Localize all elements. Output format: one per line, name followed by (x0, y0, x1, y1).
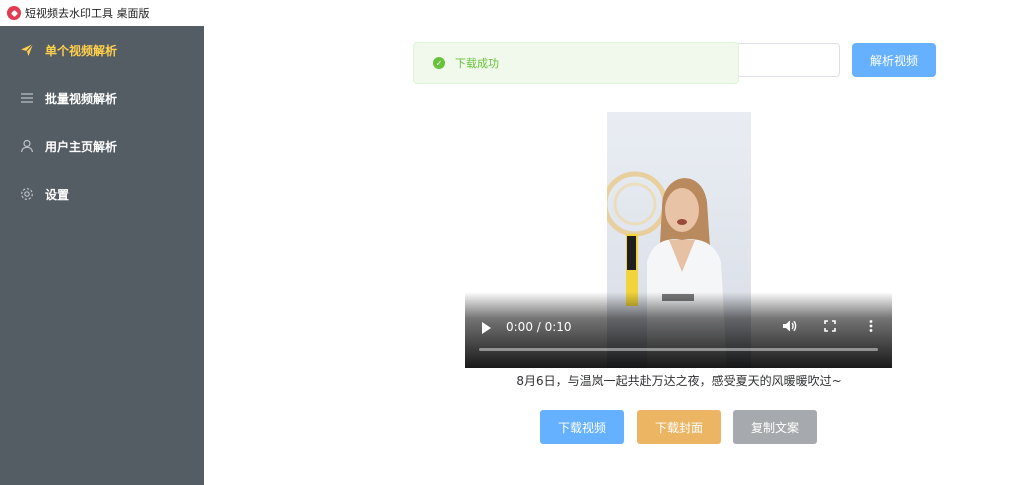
video-time: 0:00 / 0:10 (506, 320, 572, 334)
play-icon[interactable] (482, 322, 491, 334)
copy-text-button[interactable]: 复制文案 (733, 410, 817, 444)
download-video-button[interactable]: 下载视频 (540, 410, 624, 444)
sidebar-item-user-home[interactable]: 用户主页解析 (0, 122, 204, 170)
sidebar: 单个视频解析 批量视频解析 用户主页解析 设置 (0, 26, 204, 485)
sidebar-item-label: 设置 (45, 187, 70, 202)
video-caption: 8月6日，与温岚一起共赴万达之夜，感受夏天的风暖暖吹过~ (516, 374, 842, 388)
sidebar-item-label: 用户主页解析 (45, 139, 118, 154)
sidebar-item-settings[interactable]: 设置 (0, 170, 204, 218)
sidebar-item-single-video[interactable]: 单个视频解析 (0, 26, 204, 74)
volume-icon[interactable] (781, 318, 797, 334)
parse-video-button[interactable]: 解析视频 (852, 43, 936, 77)
video-progress-bar[interactable] (479, 348, 878, 351)
sidebar-item-batch-video[interactable]: 批量视频解析 (0, 74, 204, 122)
gear-icon (20, 187, 34, 201)
success-toast: ✓ 下载成功 (413, 42, 739, 84)
app-logo-icon (7, 6, 21, 20)
toast-message: 下载成功 (455, 57, 499, 70)
check-circle-icon: ✓ (433, 57, 445, 69)
title-bar: 短视频去水印工具 桌面版 (0, 0, 1036, 26)
sidebar-item-label: 单个视频解析 (45, 43, 118, 58)
user-icon (20, 139, 34, 153)
download-cover-button[interactable]: 下载封面 (637, 410, 721, 444)
window-title: 短视频去水印工具 桌面版 (25, 7, 150, 20)
list-icon (20, 91, 34, 105)
fullscreen-icon[interactable] (822, 318, 838, 334)
more-icon[interactable] (863, 318, 879, 334)
sidebar-item-label: 批量视频解析 (45, 91, 118, 106)
send-icon (20, 43, 34, 57)
